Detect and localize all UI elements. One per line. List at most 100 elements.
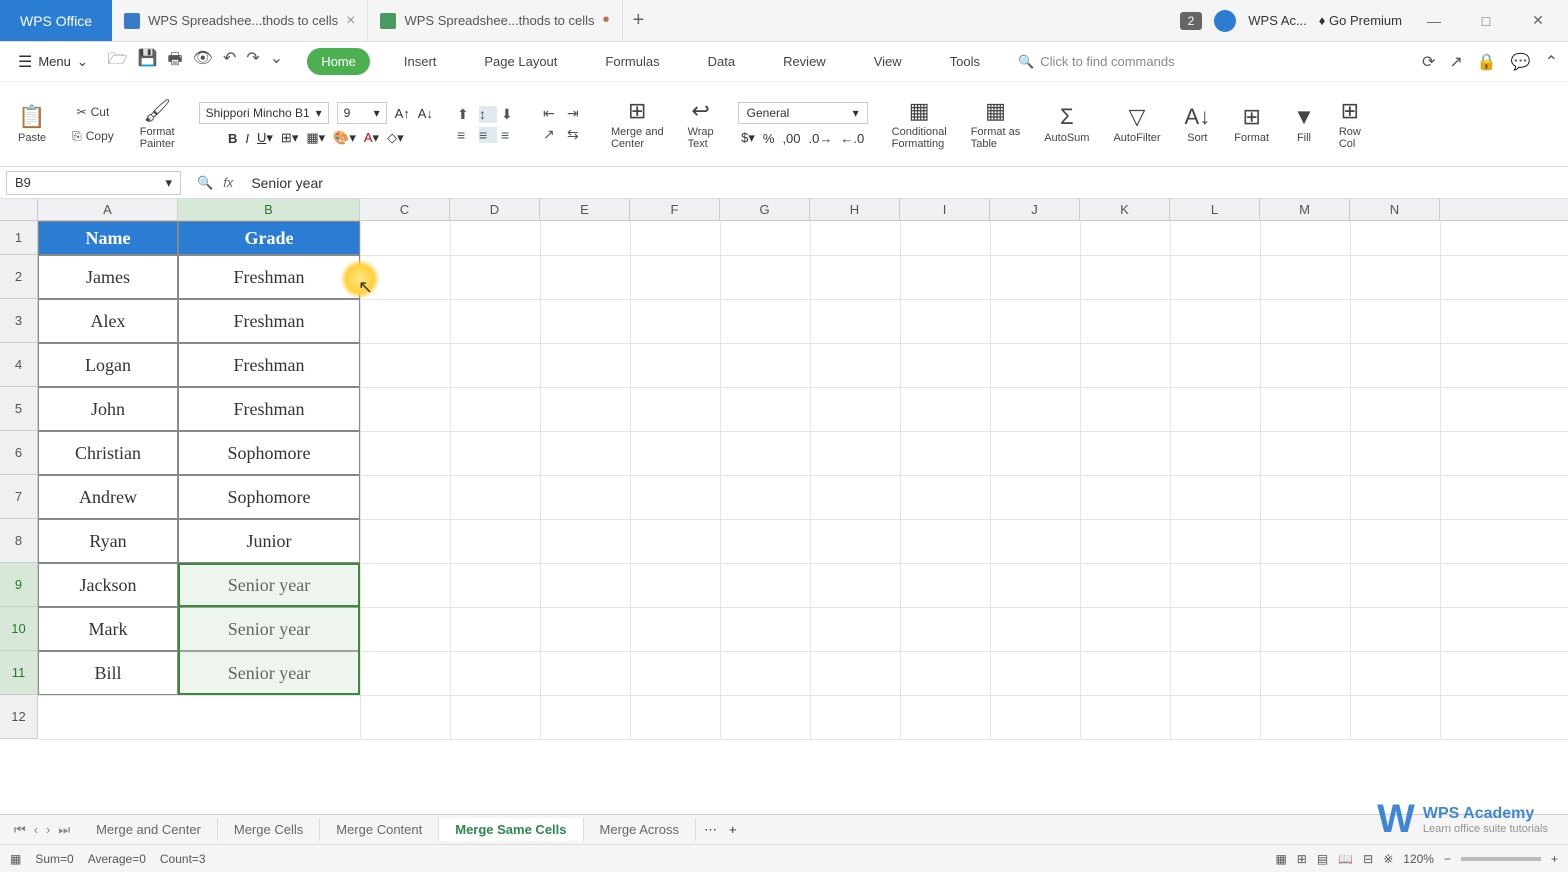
align-right-icon[interactable]: ≡ [501,127,519,143]
tab-page-layout[interactable]: Page Layout [470,48,571,75]
table-cell[interactable]: Christian [38,431,178,475]
view-normal-icon[interactable]: ▦ [1275,852,1286,866]
reading-icon[interactable]: 📖 [1338,852,1353,866]
align-left-icon[interactable]: ≡ [457,127,475,143]
number-format-select[interactable]: General▾ [738,102,868,124]
close-button[interactable]: ✕ [1518,12,1558,29]
freeze-icon[interactable]: ※ [1383,852,1393,866]
zoom-in-icon[interactable]: + [1551,852,1558,866]
minimize-button[interactable]: — [1414,13,1454,29]
column-header[interactable]: J [990,199,1080,220]
view-layout-icon[interactable]: ⊞ [1297,852,1307,866]
table-cell[interactable]: Senior year [178,607,360,651]
borders-button[interactable]: ⊞▾ [281,130,298,146]
table-cell[interactable]: Junior [178,519,360,563]
add-sheet-button[interactable]: + [729,822,737,837]
decrease-font-icon[interactable]: A↓ [418,106,433,121]
split-icon[interactable]: ⊟ [1363,852,1373,866]
row-header[interactable]: 11 [0,651,38,695]
font-select[interactable]: Shippori Mincho B1▾ [199,102,329,124]
tab-data[interactable]: Data [694,48,749,75]
align-top-icon[interactable]: ⬆ [457,106,475,123]
column-header[interactable]: G [720,199,810,220]
tab-home[interactable]: Home [307,48,370,75]
zoom-out-icon[interactable]: − [1444,852,1451,866]
last-sheet-icon[interactable]: ⏭ [58,822,70,838]
underline-button[interactable]: U▾ [257,130,273,146]
share-icon[interactable]: ↗ [1449,52,1462,72]
table-cell[interactable]: Sophomore [178,431,360,475]
table-cell[interactable]: John [38,387,178,431]
row-header[interactable]: 5 [0,387,38,431]
fill-button[interactable]: ▼ Fill [1293,104,1315,144]
row-col-button[interactable]: ⊞ Row Col [1339,98,1361,150]
row-header[interactable]: 10 [0,607,38,651]
align-bottom-icon[interactable]: ⬇ [501,106,519,123]
table-cell[interactable]: James [38,255,178,299]
percent-icon[interactable]: % [763,131,775,146]
merge-center-button[interactable]: ⊞ Merge and Center [611,98,664,150]
cut-button[interactable]: ✂Cut [75,103,112,121]
row-header[interactable]: 12 [0,695,38,739]
comma-icon[interactable]: ,00 [782,131,800,146]
column-header[interactable]: H [810,199,900,220]
document-tab-1[interactable]: WPS Spreadshee...thods to cells × [112,0,368,41]
document-tab-2[interactable]: WPS Spreadshee...thods to cells • [368,0,622,41]
row-header[interactable]: 6 [0,431,38,475]
merge-icon[interactable]: ▦▾ [306,130,325,146]
tab-formulas[interactable]: Formulas [591,48,673,75]
italic-button[interactable]: I [245,131,249,146]
tab-insert[interactable]: Insert [390,48,451,75]
column-header[interactable]: K [1080,199,1170,220]
indent-right-icon[interactable]: ⇥ [567,105,587,122]
first-sheet-icon[interactable]: ⏮ [14,822,26,838]
column-header[interactable]: I [900,199,990,220]
copy-button[interactable]: ⎘Copy [70,127,116,146]
lock-icon[interactable]: 🔒 [1477,52,1497,72]
decrease-decimal-icon[interactable]: ←.0 [840,131,864,146]
column-header[interactable]: B [178,199,360,220]
name-box[interactable]: B9 ▾ [6,171,181,195]
prev-sheet-icon[interactable]: ‹ [34,822,38,838]
row-header[interactable]: 1 [0,221,38,255]
sheet-tab[interactable]: Merge Content [320,818,439,841]
table-cell[interactable]: Freshman [178,299,360,343]
chevron-down-icon[interactable]: ⌄ [270,48,283,75]
align-center-icon[interactable]: ≡ [479,127,497,143]
rtl-icon[interactable]: ⇆ [567,126,587,143]
redo-icon[interactable]: ↷ [246,48,259,75]
go-premium-button[interactable]: ♦ Go Premium [1319,13,1402,28]
maximize-button[interactable]: □ [1466,13,1506,29]
row-header[interactable]: 8 [0,519,38,563]
conditional-formatting-button[interactable]: ▦ Conditional Formatting [892,98,947,150]
next-sheet-icon[interactable]: › [46,822,50,838]
column-header[interactable]: F [630,199,720,220]
view-break-icon[interactable]: ▤ [1317,852,1328,866]
table-cell[interactable]: Mark [38,607,178,651]
fill-color-button[interactable]: 🎨▾ [333,130,356,146]
table-cell[interactable]: Freshman [178,343,360,387]
clear-format-icon[interactable]: ◇▾ [387,130,404,146]
row-header[interactable]: 2 [0,255,38,299]
increase-font-icon[interactable]: A↑ [395,106,410,121]
spreadsheet-grid[interactable]: ABCDEFGHIJKLMN 123456789101112 NameGrade… [0,199,1568,814]
paste-button[interactable]: 📋 Paste [18,104,46,144]
select-all-corner[interactable] [0,199,38,220]
table-header-cell[interactable]: Grade [178,221,360,255]
row-header[interactable]: 7 [0,475,38,519]
table-cell[interactable]: Freshman [178,387,360,431]
table-cell[interactable]: Jackson [38,563,178,607]
tab-review[interactable]: Review [769,48,840,75]
table-cell[interactable]: Alex [38,299,178,343]
table-cell[interactable]: Logan [38,343,178,387]
chat-icon[interactable]: 💬 [1511,52,1531,72]
table-cell[interactable]: Ryan [38,519,178,563]
autosum-button[interactable]: Σ AutoSum [1044,104,1089,144]
table-cell[interactable]: Senior year [178,563,360,607]
orientation-icon[interactable]: ↗ [543,126,563,143]
formula-input[interactable]: Senior year [243,172,1568,194]
table-cell[interactable]: Andrew [38,475,178,519]
sync-icon[interactable]: ⟳ [1422,52,1435,72]
command-search[interactable]: 🔍 Click to find commands [1018,54,1175,70]
menu-button[interactable]: Menu ⌄ [10,48,96,76]
